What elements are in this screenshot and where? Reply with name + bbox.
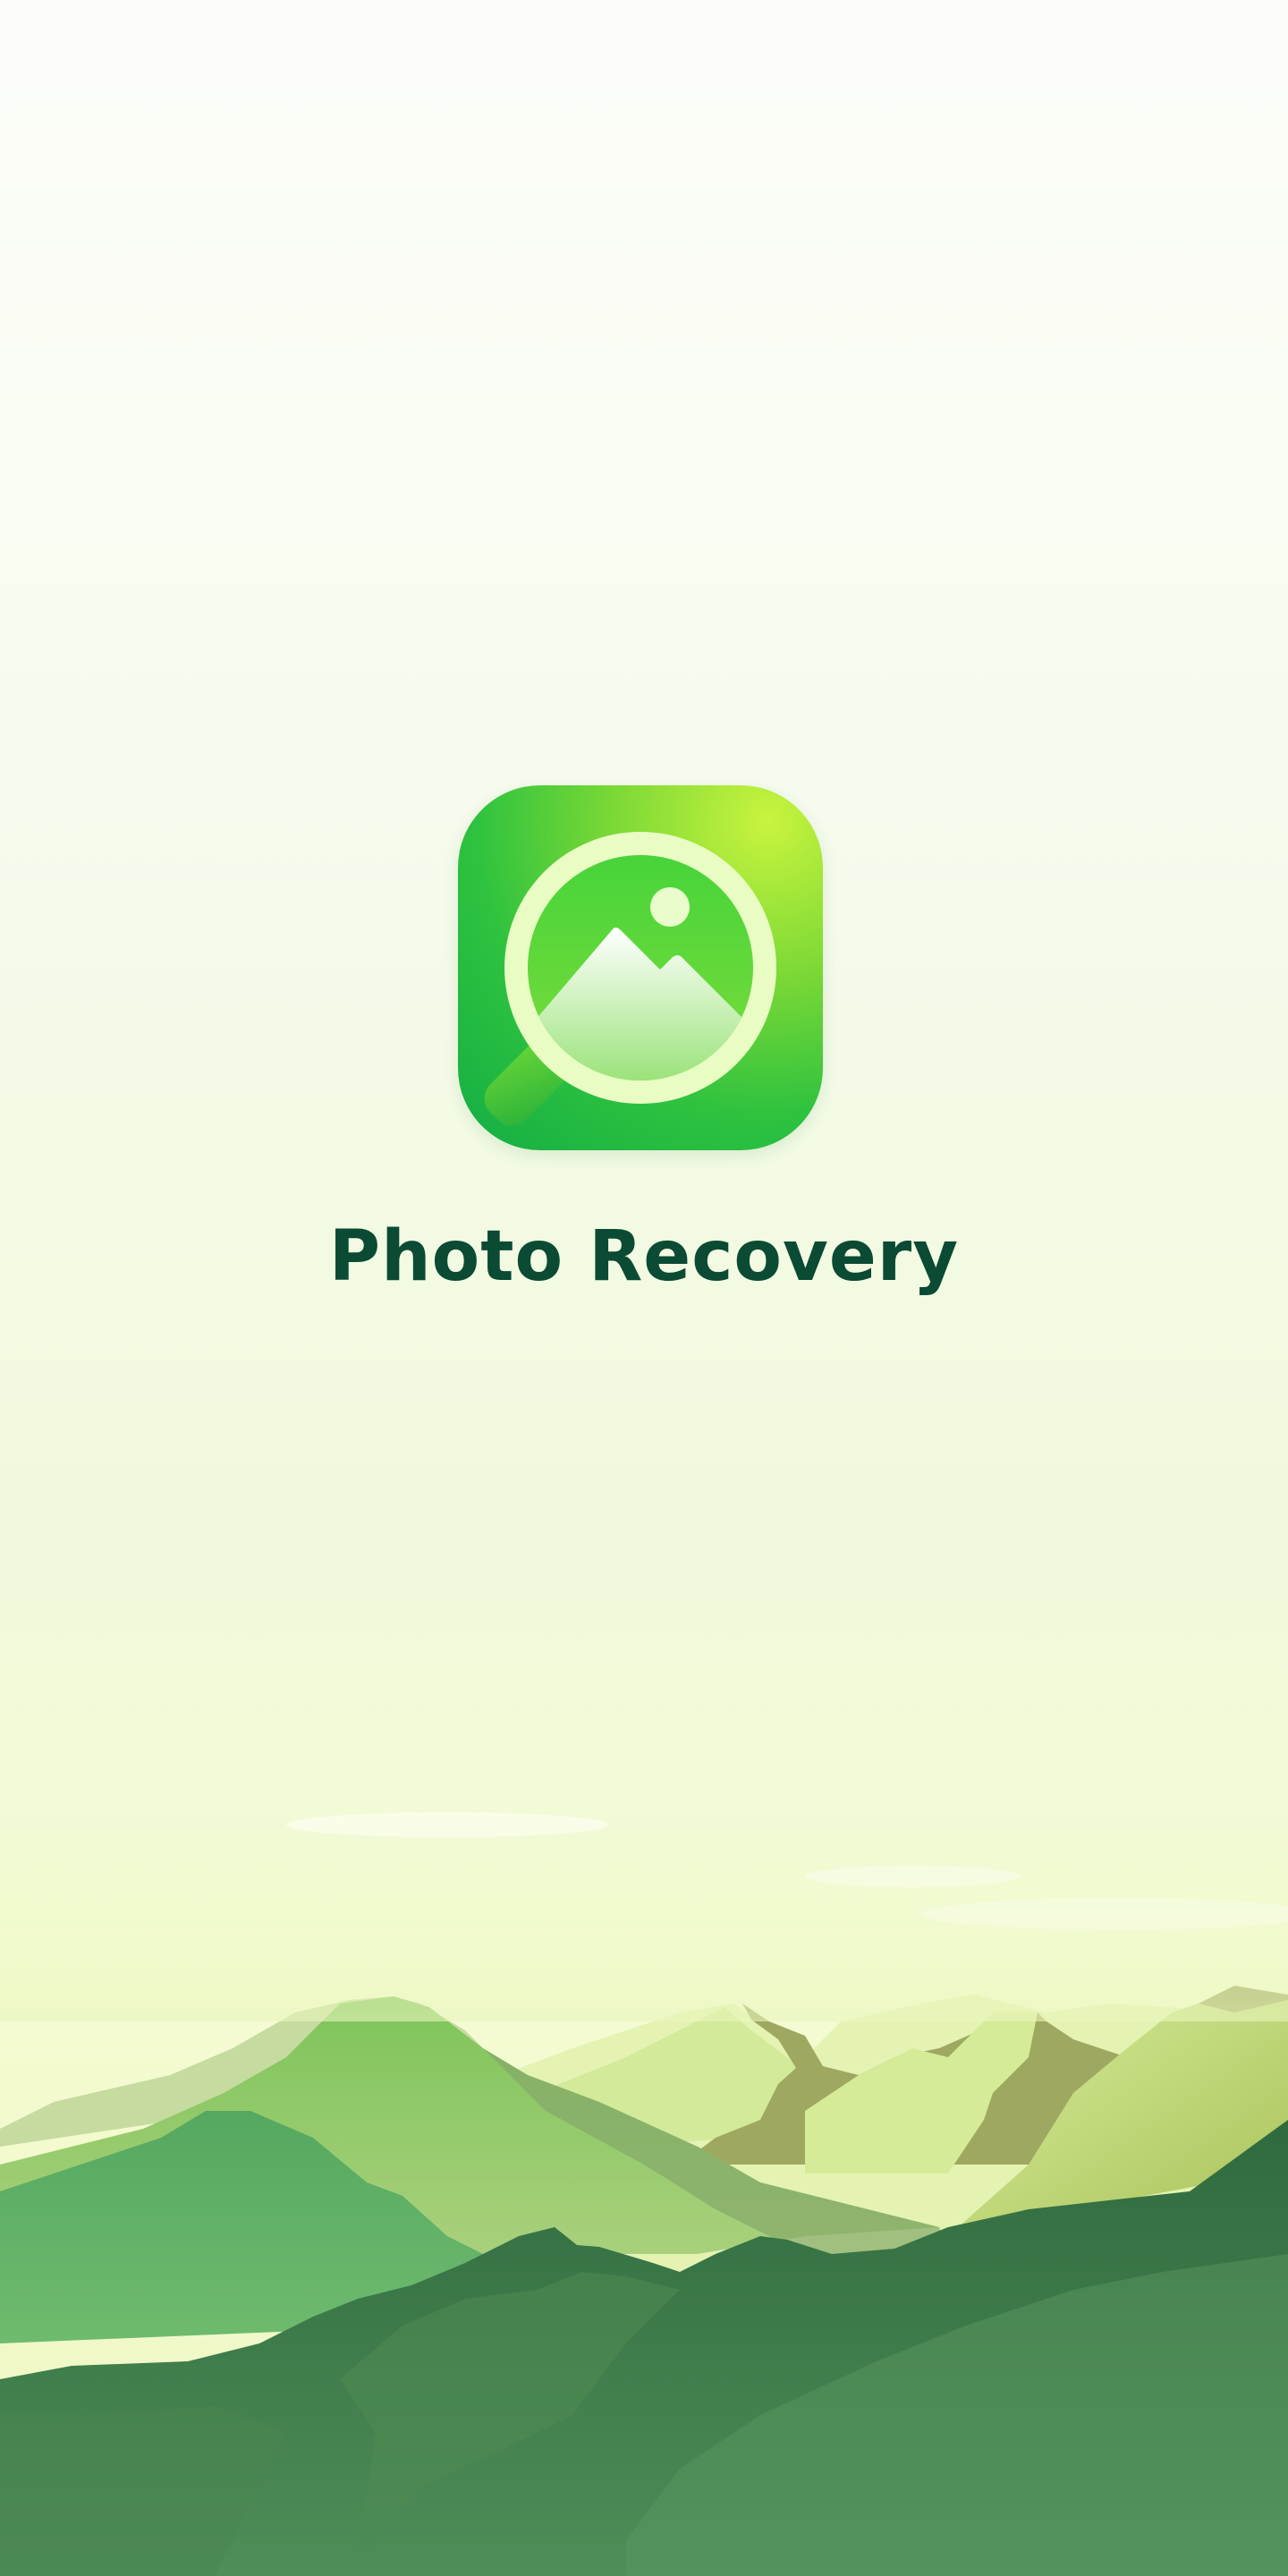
app-logo-icon [458, 785, 823, 1150]
app-title: Photo Recovery [328, 1216, 960, 1297]
photo-magnifier-icon [484, 832, 776, 1126]
mountain-landscape [0, 1789, 1288, 2576]
